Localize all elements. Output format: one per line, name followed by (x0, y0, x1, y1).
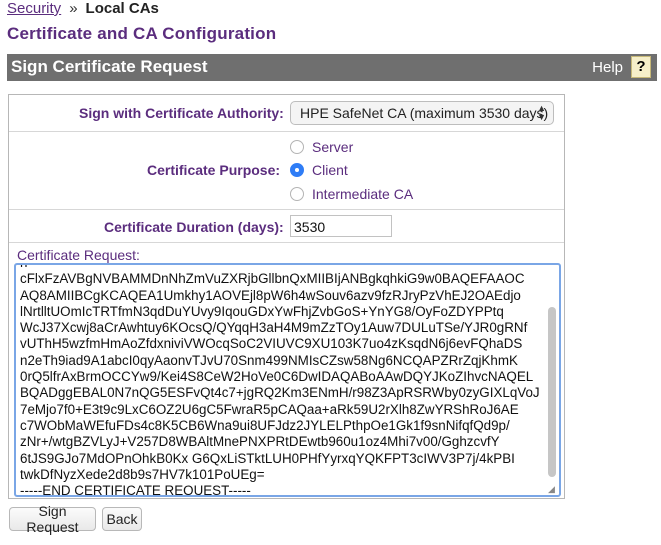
purpose-label: Certificate Purpose: (147, 162, 281, 178)
scrollbar-thumb[interactable] (548, 307, 556, 477)
request-line: h (20, 265, 540, 271)
breadcrumb: Security » Local CAs (7, 0, 159, 17)
duration-label: Certificate Duration (days): (104, 219, 284, 235)
purpose-option-intermediate-ca[interactable]: Intermediate CA (290, 186, 413, 202)
certificate-request-textarea[interactable]: hcFlxFzAVBgNVBAMMDnNhZmVuZXRjbGllbnQxMII… (14, 263, 561, 497)
request-line: WcJ37Xcwj8aCrAwhtuy6KOcsQ/QYqqH3aH4M9mZz… (20, 320, 528, 336)
textarea-scrollbar[interactable] (547, 267, 557, 493)
select-arrows-icon: ▲ ▼ (537, 103, 546, 122)
breadcrumb-separator: » (69, 0, 78, 17)
sign-request-button[interactable]: Sign Request (9, 503, 96, 535)
resize-handle-icon[interactable]: ◢ (548, 484, 558, 494)
authority-select[interactable]: HPE SafeNet CA (maximum 3530 days) ▲ ▼ (290, 101, 554, 125)
divider (9, 209, 564, 210)
request-line: BQADggEBAL0N7nQG5ESFvQt4c7+jgRQ2Km3ENmH/… (20, 385, 540, 401)
purpose-option-client[interactable]: Client (290, 162, 348, 178)
request-line: vUThH5wzfmHmAoZfdxniviVWOcqSoC2VIUVC9XU1… (20, 336, 523, 352)
request-line: 0rQ5lfrAxBrmOCCYw9/Kei4S8CeW2HoVe0C6DwID… (20, 369, 534, 385)
radio-server-label[interactable]: Server (312, 139, 353, 155)
purpose-option-server[interactable]: Server (290, 139, 353, 155)
section-header: Sign Certificate Request Help ? (7, 54, 657, 81)
section-title: Sign Certificate Request (11, 57, 208, 76)
request-label: Certificate Request: (17, 247, 140, 263)
help-icon[interactable]: ? (631, 56, 651, 78)
radio-intermediate-ca-label[interactable]: Intermediate CA (312, 186, 413, 202)
breadcrumb-link-security[interactable]: Security (7, 0, 61, 17)
request-line: cFlxFzAVBgNVBAMMDnNhZmVuZXRjbGllbnQxMIIB… (20, 271, 525, 287)
request-line: 7eMjo7f0+E3t9c9LxC6OZ2U6gC5FwraR5pCAQaa+… (20, 401, 519, 417)
help-link[interactable]: Help ? (592, 56, 651, 78)
divider (9, 242, 564, 243)
radio-client-label[interactable]: Client (312, 162, 348, 178)
page-title: Certificate and CA Configuration (7, 24, 277, 43)
divider (9, 131, 564, 132)
request-line: c7WObMaWEfuFDs4c8K5CB6Wna9ui8UFJdz2JYLEL… (20, 417, 510, 433)
certificate-request-text: hcFlxFzAVBgNVBAMMDnNhZmVuZXRjbGllbnQxMII… (20, 265, 540, 497)
request-line: zNr+/wtgBZVLyJ+V257D8WBAltMnePNXPRtDEwtb… (20, 434, 500, 450)
duration-input[interactable]: 3530 (290, 215, 392, 237)
breadcrumb-current: Local CAs (85, 0, 159, 17)
back-button[interactable]: Back (102, 507, 142, 531)
request-line: AQ8AMIIBCgKCAQEA1Umkhy1AOVEjl8pW6h4wSouv… (20, 287, 521, 303)
radio-client[interactable] (290, 163, 304, 177)
request-line: -----END CERTIFICATE REQUEST----- (20, 483, 251, 497)
request-line: twkDfNyzXede2d8b9s7HV7k101PoUEg= (20, 466, 265, 482)
radio-server[interactable] (290, 140, 304, 154)
request-line: lNrtlltUOmIcTRTfmN3qdDuYUvy9IqouGDxYwFhj… (20, 303, 504, 319)
request-line: n2eTh9iad9A1abcI0qyAaonvTJvU70Snm499NMIs… (20, 352, 518, 368)
help-label[interactable]: Help (592, 59, 623, 76)
authority-select-value: HPE SafeNet CA (maximum 3530 days) (300, 105, 549, 121)
radio-intermediate-ca[interactable] (290, 187, 304, 201)
sign-request-form: Sign with Certificate Authority: HPE Saf… (8, 94, 565, 499)
request-line: 6tJS9GJo7MdOPnOhkB0Kx G6QxLiSTktLUH0PHfY… (20, 450, 515, 466)
authority-label: Sign with Certificate Authority: (79, 105, 284, 121)
